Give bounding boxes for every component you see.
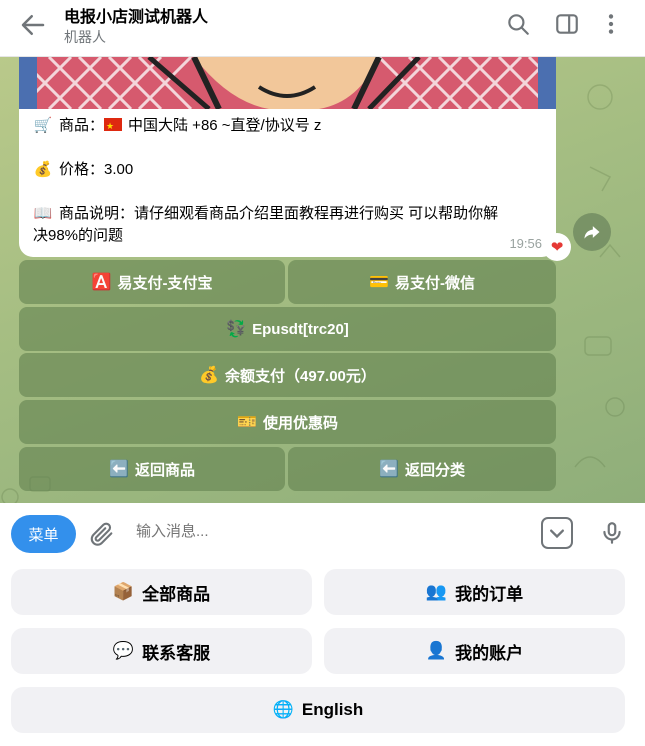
currency-exchange-icon: 💱	[226, 321, 247, 338]
speech-bubble-icon: 💬	[112, 641, 135, 660]
balance-pay-button[interactable]: 💰 余额支付（497.00元）	[19, 353, 556, 397]
back-to-product-button[interactable]: ⬅️ 返回商品	[19, 447, 285, 491]
contact-support-label: 联系客服	[142, 643, 211, 663]
chat-area[interactable]: 🛒 商品： 中国大陆 +86 ~直登/协议号 z 💰 价格：3.00 📖 商品说明：请仔…	[0, 57, 645, 503]
globe-icon: 🌐	[272, 700, 294, 719]
product-photo[interactable]	[19, 57, 556, 109]
forward-button[interactable]	[573, 213, 611, 251]
desc-label: 商品说明：	[59, 205, 135, 222]
alipay-icon: 🅰️	[91, 274, 112, 291]
product-label: 商品：	[59, 117, 105, 134]
desc-value-line2: 决98%的问题	[33, 227, 124, 244]
product-value: 中国大陆 +86 ~直登/协议号 z	[128, 117, 322, 134]
chevron-down-icon	[550, 529, 564, 539]
my-orders-button[interactable]: 👥 我的订单	[324, 569, 625, 615]
message-time: 19:56	[509, 236, 542, 251]
english-language-button[interactable]: 🌐 English	[11, 687, 625, 733]
left-arrow-icon: ⬅️	[109, 461, 129, 478]
heart-icon[interactable]: ❤	[543, 233, 571, 261]
wechat-pay-button[interactable]: 💳 易支付-微信	[288, 260, 556, 304]
users-icon: 👥	[425, 582, 448, 601]
back-to-product-label: 返回商品	[134, 461, 195, 479]
epusdt-label: Epusdt[trc20]	[252, 320, 349, 338]
product-message-bubble: 🛒 商品： 中国大陆 +86 ~直登/协议号 z 💰 价格：3.00 📖 商品说明：请仔…	[19, 57, 556, 257]
attach-icon[interactable]	[88, 519, 116, 549]
alipay-label: 易支付-支付宝	[117, 274, 213, 292]
china-flag-icon	[104, 115, 123, 137]
price-label: 价格：	[59, 161, 105, 178]
book-icon: 📖	[33, 205, 53, 222]
all-products-label: 全部商品	[142, 584, 211, 604]
contact-support-button[interactable]: 💬 联系客服	[11, 628, 312, 674]
product-line: 🛒 商品： 中国大陆 +86 ~直登/协议号 z	[33, 115, 322, 137]
coupon-label: 使用优惠码	[262, 414, 338, 432]
description-line: 📖 商品说明：请仔细观看商品介绍里面教程再进行购买 可以帮助你解 决98%的问题	[33, 203, 548, 247]
all-products-button[interactable]: 📦 全部商品	[11, 569, 312, 615]
more-options-icon[interactable]	[598, 11, 624, 37]
money-bag-icon: 💰	[199, 367, 220, 384]
price-value: 3.00	[104, 161, 134, 178]
cart-icon: 🛒	[33, 117, 53, 134]
english-label: English	[301, 700, 364, 719]
search-icon[interactable]	[505, 11, 531, 37]
desc-value-line1: 请仔细观看商品介绍里面教程再进行购买 可以帮助你解	[134, 205, 499, 222]
price-line: 💰 价格：3.00	[33, 159, 134, 181]
user-icon: 👤	[425, 641, 448, 660]
card-icon: 💳	[369, 274, 389, 291]
microphone-icon[interactable]	[599, 517, 625, 549]
back-to-category-label: 返回分类	[404, 461, 465, 479]
wechat-pay-label: 易支付-微信	[394, 274, 475, 292]
back-arrow-icon[interactable]	[18, 10, 48, 40]
balance-pay-label: 余额支付（497.00元）	[225, 367, 376, 385]
coupon-button[interactable]: 🎫 使用优惠码	[19, 400, 556, 444]
bot-menu-button[interactable]: 菜单	[11, 515, 76, 553]
package-icon: 📦	[112, 582, 135, 601]
sidebar-toggle-icon[interactable]	[554, 11, 580, 37]
my-orders-label: 我的订单	[455, 584, 524, 604]
my-account-button[interactable]: 👤 我的账户	[324, 628, 625, 674]
money-bag-icon: 💰	[33, 161, 53, 178]
left-arrow-icon: ⬅️	[379, 461, 399, 478]
back-to-category-button[interactable]: ⬅️ 返回分类	[288, 447, 556, 491]
epusdt-button[interactable]: 💱 Epusdt[trc20]	[19, 307, 556, 351]
alipay-button[interactable]: 🅰️ 易支付-支付宝	[19, 260, 285, 304]
forward-icon	[584, 226, 600, 239]
keyboard-toggle-button[interactable]	[541, 517, 573, 549]
chat-title[interactable]: 电报小店测试机器人	[64, 3, 208, 27]
message-composer: 菜单	[0, 503, 645, 561]
ticket-icon: 🎫	[237, 414, 257, 431]
my-account-label: 我的账户	[455, 643, 524, 663]
chat-subtitle: 机器人	[64, 29, 106, 45]
chat-header: 电报小店测试机器人 机器人	[0, 0, 645, 57]
message-input[interactable]	[136, 519, 516, 543]
